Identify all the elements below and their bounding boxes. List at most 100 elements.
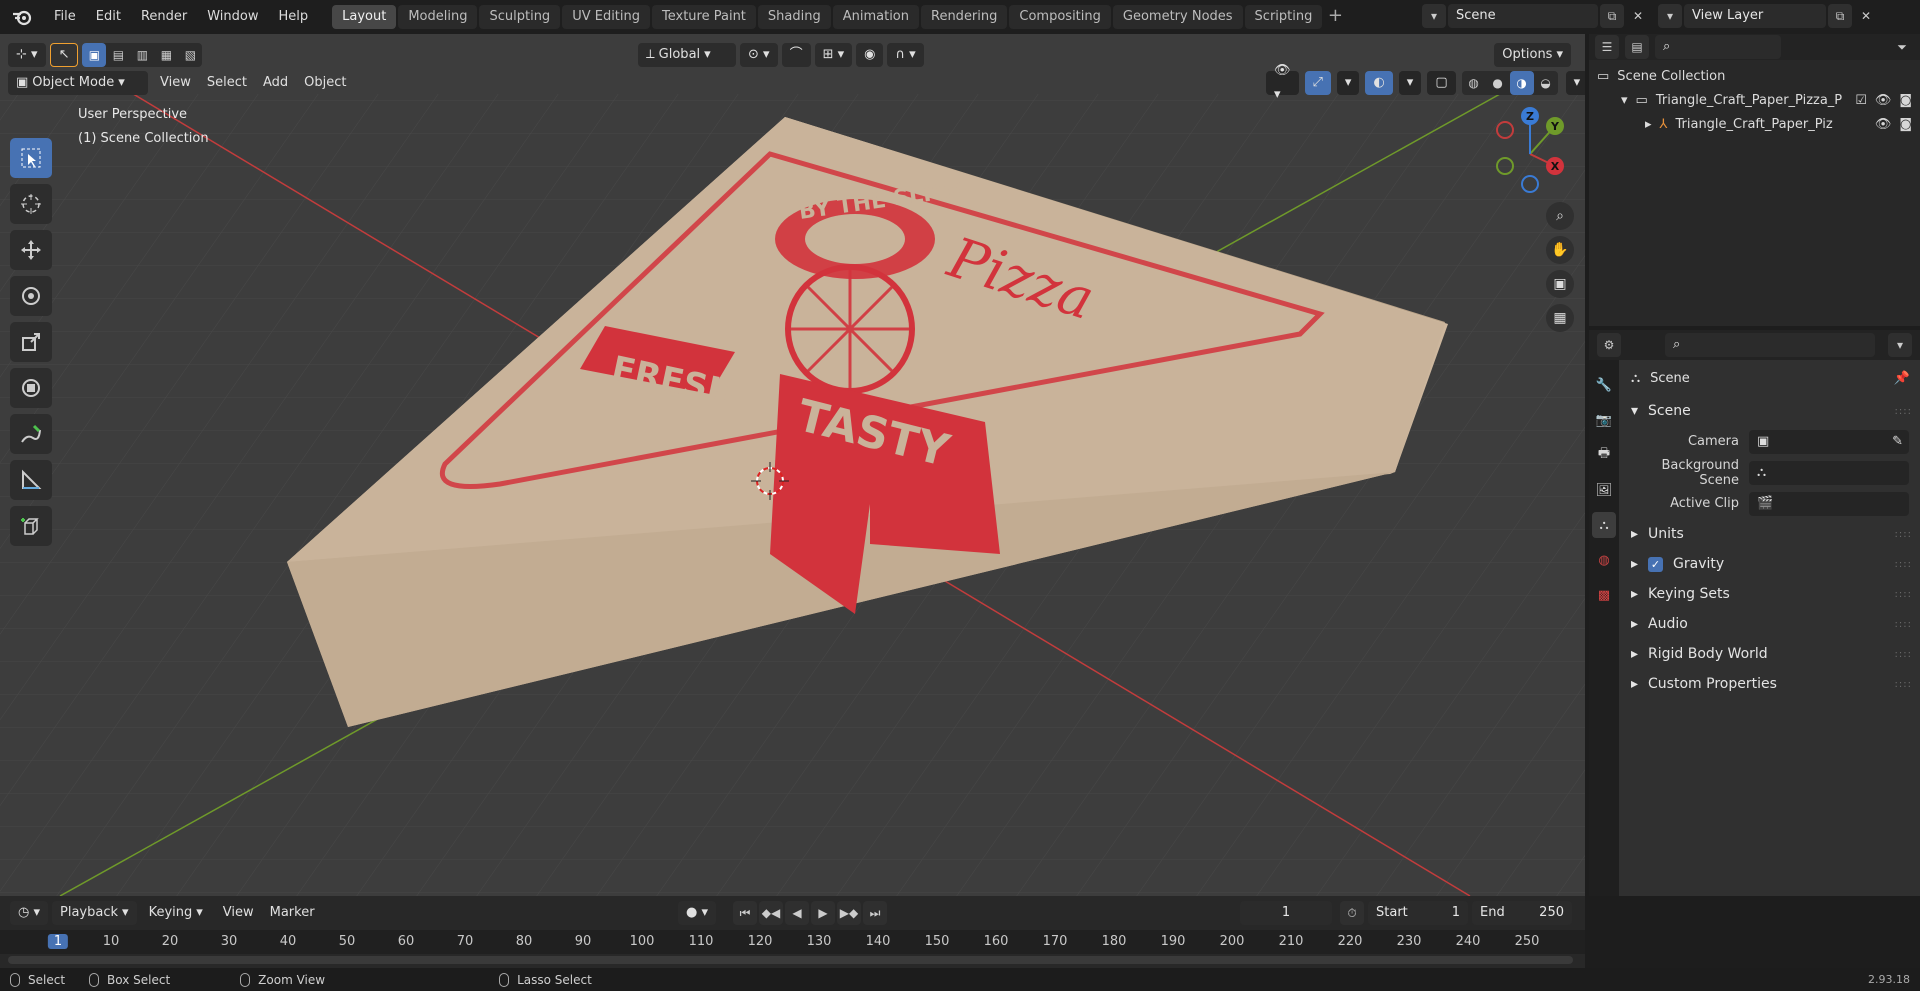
drag-grip-icon[interactable]: :::: xyxy=(1895,679,1912,690)
properties-options-icon[interactable]: ▾ xyxy=(1888,333,1912,357)
start-frame-field[interactable]: Start 1 xyxy=(1368,901,1468,925)
gizmo-dropdown[interactable]: ▾ xyxy=(1336,71,1360,95)
xray-toggle-icon[interactable]: ▢ xyxy=(1427,71,1456,95)
current-frame-field[interactable]: 1 xyxy=(1240,901,1332,925)
rendered-shading-icon[interactable]: ◒ xyxy=(1534,71,1558,95)
custom-properties-panel-header[interactable]: ▸ Custom Properties:::: xyxy=(1619,669,1920,699)
snap-toggle-icon[interactable]: ⌒ xyxy=(781,43,811,67)
3d-viewport[interactable]: BY THE SLICE Pizza FRESH TASTY ⊹ ▾ ↖ ▣ ▤… xyxy=(0,34,1585,896)
overlays-dropdown[interactable]: ▾ xyxy=(1398,71,1422,95)
filter-icon[interactable]: ⏷ xyxy=(1890,35,1914,59)
measure-tool-icon[interactable] xyxy=(10,460,52,500)
delete-view-layer-icon[interactable]: ✕ xyxy=(1854,4,1878,28)
drag-grip-icon[interactable]: :::: xyxy=(1895,559,1912,570)
add-cube-tool-icon[interactable] xyxy=(10,506,52,546)
tab-layout[interactable]: Layout xyxy=(332,5,397,29)
drag-grip-icon[interactable]: :::: xyxy=(1895,529,1912,540)
preview-range-icon[interactable]: ⏱ xyxy=(1340,901,1364,925)
gizmo-toggle-icon[interactable]: ⤢ xyxy=(1304,71,1331,95)
tab-animation[interactable]: Animation xyxy=(832,5,919,29)
render-tab-icon[interactable]: 📷 xyxy=(1592,407,1616,433)
new-scene-icon[interactable]: ⧉ xyxy=(1600,4,1624,28)
transform-tool-icon[interactable] xyxy=(10,368,52,408)
scene-panel-header[interactable]: ▾ Scene :::: xyxy=(1619,396,1920,426)
render-camera-icon[interactable]: ◙ xyxy=(1899,117,1912,132)
background-scene-field[interactable]: ⛬ xyxy=(1749,460,1909,485)
pin-icon[interactable]: 📌 xyxy=(1894,371,1910,386)
rotate-tool-icon[interactable] xyxy=(10,276,52,316)
menu-view[interactable]: View xyxy=(152,71,199,95)
timeline-editor-type-icon[interactable]: ◷ ▾ xyxy=(10,901,49,925)
output-tab-icon[interactable]: 🖶 xyxy=(1592,442,1616,468)
add-workspace-button[interactable]: + xyxy=(1324,6,1346,28)
jump-end-icon[interactable]: ⏭ xyxy=(863,901,887,925)
cursor-tool-icon[interactable] xyxy=(10,184,52,224)
view-layer-tab-icon[interactable]: 🖼 xyxy=(1592,477,1616,503)
end-frame-field[interactable]: End 250 xyxy=(1472,901,1572,925)
tab-scripting[interactable]: Scripting xyxy=(1244,5,1323,29)
drag-grip-icon[interactable]: :::: xyxy=(1895,619,1912,630)
pivot-point-dropdown[interactable]: ⊙ ▾ xyxy=(740,43,778,67)
tab-geometry-nodes[interactable]: Geometry Nodes xyxy=(1112,5,1243,29)
scene-browse-icon[interactable]: ▾ xyxy=(1422,4,1446,28)
tab-uv-editing[interactable]: UV Editing xyxy=(562,5,651,29)
blender-logo-icon[interactable] xyxy=(0,0,44,34)
gravity-checkbox[interactable]: ✓ xyxy=(1648,556,1664,572)
select-box-tool-icon[interactable] xyxy=(10,138,52,178)
outliner-editor-type-icon[interactable]: ☰ xyxy=(1595,35,1619,59)
outliner-scene-collection[interactable]: ▭ Scene Collection xyxy=(1589,64,1920,88)
tab-compositing[interactable]: Compositing xyxy=(1009,5,1111,29)
world-tab-icon[interactable]: ◍ xyxy=(1592,547,1616,573)
play-icon[interactable]: ▶ xyxy=(811,901,835,925)
render-camera-icon[interactable]: ◙ xyxy=(1899,93,1912,108)
annotate-tool-icon[interactable] xyxy=(10,414,52,454)
jump-start-icon[interactable]: ⏮ xyxy=(733,901,757,925)
proportional-edit-icon[interactable]: ◉ xyxy=(856,43,884,67)
options-dropdown[interactable]: Options ▾ xyxy=(1494,43,1571,67)
camera-view-icon[interactable]: ▣ xyxy=(1546,270,1574,298)
material-preview-icon[interactable]: ◑ xyxy=(1509,71,1534,95)
timeline-menu-marker[interactable]: Marker xyxy=(262,901,323,925)
eyedropper-icon[interactable]: ✎ xyxy=(1892,434,1903,449)
properties-editor-type-icon[interactable]: ⚙ xyxy=(1597,333,1621,357)
menu-object[interactable]: Object xyxy=(296,71,354,95)
properties-search-input[interactable]: ⌕ xyxy=(1665,333,1875,357)
exclude-checkbox-icon[interactable]: ☑ xyxy=(1855,93,1867,108)
transform-orientation-dropdown[interactable]: ⟂ Global ▾ xyxy=(638,43,736,67)
object-mode-dropdown[interactable]: ▣ Object Mode ▾ xyxy=(8,71,148,95)
gravity-panel-header[interactable]: ▸ ✓ Gravity:::: xyxy=(1619,549,1920,579)
drag-grip-icon[interactable]: :::: xyxy=(1895,649,1912,660)
overlays-toggle-icon[interactable]: ◐ xyxy=(1365,71,1393,95)
scale-tool-icon[interactable] xyxy=(10,322,52,362)
view-layer-field[interactable]: View Layer xyxy=(1684,4,1826,28)
move-tool-icon[interactable] xyxy=(10,230,52,270)
menu-file[interactable]: File xyxy=(44,0,86,34)
visibility-dropdown[interactable]: 👁 ▾ xyxy=(1266,63,1299,102)
rigid-body-world-panel-header[interactable]: ▸ Rigid Body World:::: xyxy=(1619,639,1920,669)
solid-shading-icon[interactable]: ● xyxy=(1486,71,1510,95)
visibility-eye-icon[interactable]: 👁 xyxy=(1875,93,1892,108)
new-view-layer-icon[interactable]: ⧉ xyxy=(1828,4,1852,28)
select-extend-icon[interactable]: ▤ xyxy=(106,43,130,67)
timeline-scrollbar[interactable] xyxy=(8,956,1573,964)
tab-rendering[interactable]: Rendering xyxy=(921,5,1008,29)
camera-field[interactable]: ▣ ✎ xyxy=(1749,429,1909,454)
menu-window[interactable]: Window xyxy=(197,0,268,34)
menu-render[interactable]: Render xyxy=(131,0,197,34)
outliner-item-object[interactable]: ▸ ⅄ Triangle_Craft_Paper_Piz 👁 ◙ xyxy=(1589,112,1920,136)
tab-texture-paint[interactable]: Texture Paint xyxy=(652,5,756,29)
select-subtract-icon[interactable]: ▥ xyxy=(130,43,154,67)
visibility-eye-icon[interactable]: 👁 xyxy=(1875,117,1892,132)
zoom-icon[interactable]: ⌕ xyxy=(1546,202,1574,230)
navigation-gizmo[interactable]: Y X Z xyxy=(1485,104,1575,194)
menu-help[interactable]: Help xyxy=(269,0,319,34)
delete-scene-icon[interactable]: ✕ xyxy=(1626,4,1650,28)
playback-dropdown[interactable]: Playback ▾ xyxy=(52,901,137,925)
menu-add[interactable]: Add xyxy=(255,71,296,95)
scene-tab-icon[interactable]: ⛬ xyxy=(1592,512,1616,538)
frame-ruler[interactable]: 1 10 20 30 40 50 60 70 80 90 100 110 120 130 140 150 160… xyxy=(0,930,1585,954)
wireframe-shading-icon[interactable]: ◍ xyxy=(1462,71,1486,95)
shading-options-dropdown[interactable]: ▾ xyxy=(1565,71,1585,95)
play-reverse-icon[interactable]: ◀ xyxy=(785,901,809,925)
audio-panel-header[interactable]: ▸ Audio:::: xyxy=(1619,609,1920,639)
